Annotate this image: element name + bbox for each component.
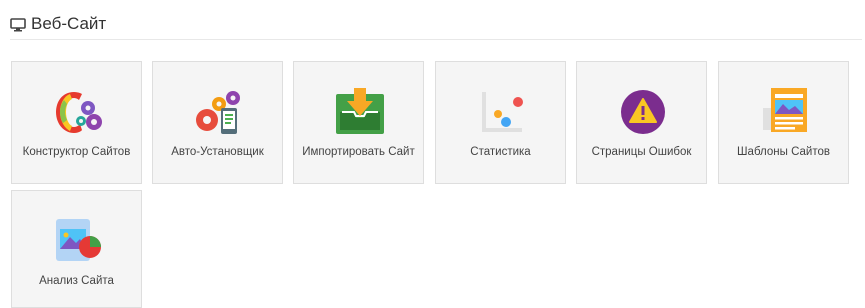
statistics-icon xyxy=(482,92,523,132)
tile-label: Анализ Сайта xyxy=(39,275,114,287)
tile-label: Авто-Установщик xyxy=(171,146,264,158)
tile-site-builder[interactable]: Конструктор Сайтов xyxy=(11,61,142,184)
website-panel: Веб-Сайт Конструктор Сайтов Авто-Установ… xyxy=(0,0,865,308)
tile-site-templates[interactable]: Шаблоны Сайтов xyxy=(718,61,849,184)
section-title: Веб-Сайт xyxy=(31,13,107,33)
tile-label: Конструктор Сайтов xyxy=(22,146,131,158)
tile-statistics[interactable]: Статистика xyxy=(435,61,566,184)
tile-label: Шаблоны Сайтов xyxy=(737,146,830,158)
import-site-icon xyxy=(336,88,384,134)
auto-installer-icon xyxy=(196,91,240,134)
site-builder-icon xyxy=(56,92,102,133)
tile-import-site[interactable]: Импортировать Сайт xyxy=(293,61,424,184)
monitor-icon xyxy=(10,17,26,31)
section-header: Веб-Сайт xyxy=(10,8,862,40)
tile-auto-installer[interactable]: Авто-Установщик xyxy=(152,61,283,184)
site-analysis-icon xyxy=(56,219,101,261)
tile-label: Страницы Ошибок xyxy=(591,146,692,158)
error-pages-icon xyxy=(621,90,665,134)
site-templates-icon xyxy=(763,88,807,132)
tile-label: Импортировать Сайт xyxy=(302,146,415,158)
tile-label: Статистика xyxy=(470,146,531,158)
tile-error-pages[interactable]: Страницы Ошибок xyxy=(576,61,707,184)
tile-site-analysis[interactable]: Анализ Сайта xyxy=(11,190,142,308)
